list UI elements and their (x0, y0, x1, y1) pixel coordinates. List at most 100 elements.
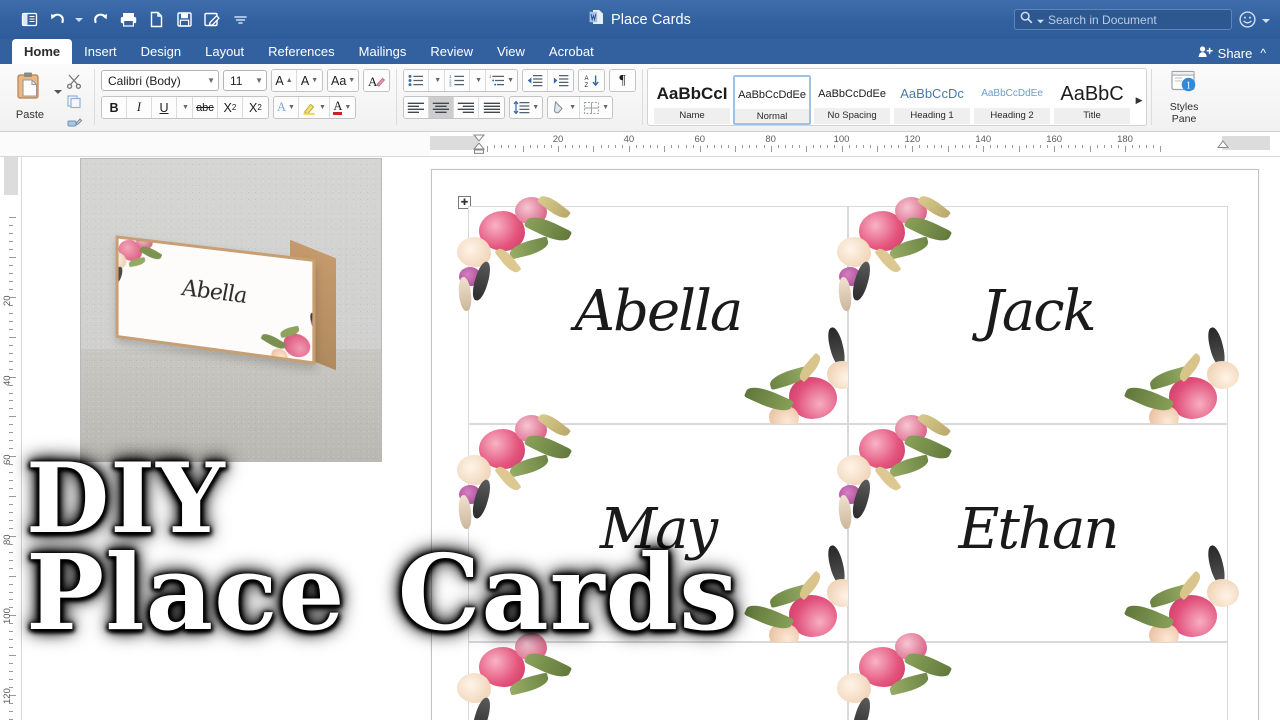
align-left-icon[interactable] (404, 97, 430, 118)
place-cards-table[interactable]: ✚ Abella Jack May Ethan (457, 191, 1239, 720)
undo-dropdown-chevron-icon[interactable] (72, 8, 85, 32)
ruler-tick (9, 583, 13, 585)
search-input[interactable]: Search in Document (1014, 9, 1232, 30)
justify-icon[interactable] (479, 97, 505, 118)
styles-pane-button[interactable]: 1 Styles Pane (1156, 64, 1212, 128)
ruler-tick (487, 146, 489, 152)
share-button[interactable]: Share (1198, 45, 1252, 61)
ruler-tick (1011, 145, 1013, 148)
decrease-indent-icon[interactable] (523, 70, 549, 91)
underline-dropdown-chevron-icon[interactable]: ▼ (177, 97, 193, 118)
save-icon[interactable] (171, 8, 197, 32)
superscript-button[interactable]: X2 (242, 97, 268, 118)
ruler-tick (9, 312, 13, 314)
tab-view[interactable]: View (485, 39, 537, 64)
style-label: Title (1054, 108, 1131, 124)
ruler-tick (1139, 145, 1141, 148)
ruler-number: 180 (1117, 134, 1133, 145)
horizontal-ruler[interactable]: 20 40 60 80 100 120 140 160 180 (0, 132, 1280, 157)
change-case-button[interactable]: Aa ▼ (328, 70, 359, 91)
style-name[interactable]: AaBbCcI Name (653, 75, 732, 125)
ruler-tick (1160, 146, 1162, 152)
style-heading-1[interactable]: AaBbCcDc Heading 1 (893, 75, 972, 125)
styles-gallery-more-chevron-icon[interactable]: ▶ (1132, 75, 1146, 125)
bullet-dropdown-chevron-icon[interactable]: ▼ (429, 70, 446, 91)
grow-font-button[interactable]: A ▲ (272, 70, 297, 91)
shading-icon[interactable]: ▼ (548, 97, 581, 118)
search-dropdown-chevron-icon[interactable] (1037, 11, 1044, 29)
align-right-icon[interactable] (454, 97, 480, 118)
svg-text:A: A (584, 76, 588, 82)
copy-icon[interactable] (62, 91, 86, 110)
ruler-tick (9, 591, 13, 593)
italic-button[interactable]: I (127, 97, 152, 118)
place-card-cell[interactable]: May (457, 409, 859, 649)
redo-icon[interactable] (87, 8, 113, 32)
font-family-combo[interactable]: Calibri (Body) ▼ (101, 70, 219, 91)
collapse-ribbon-chevron-icon[interactable]: ^ (1258, 46, 1268, 60)
format-painter-icon[interactable] (62, 111, 86, 130)
numbered-list-icon[interactable]: 123 (445, 70, 471, 91)
borders-icon[interactable]: ▼ (580, 97, 613, 118)
smiley-account-icon[interactable] (1236, 9, 1258, 31)
highlight-icon[interactable]: ▼ (298, 97, 330, 118)
clear-formatting-icon[interactable]: A (364, 70, 390, 91)
tab-insert[interactable]: Insert (72, 39, 129, 64)
text-effects-button[interactable]: A ▼ (273, 97, 299, 118)
vertical-ruler[interactable]: 20 40 60 80 100 120 (0, 157, 22, 720)
svg-text:A: A (368, 74, 378, 88)
customize-toolbar-chevron-icon[interactable] (227, 8, 253, 32)
tab-acrobat[interactable]: Acrobat (537, 39, 606, 64)
numbering-dropdown-chevron-icon[interactable]: ▼ (470, 70, 487, 91)
shrink-font-button[interactable]: A ▼ (297, 70, 322, 91)
place-card-photo-thumbnail[interactable]: Abella (80, 158, 382, 462)
font-size-combo[interactable]: 11 ▼ (223, 70, 267, 91)
tab-mailings[interactable]: Mailings (347, 39, 419, 64)
sort-az-icon[interactable]: AZ (579, 70, 605, 91)
tab-design[interactable]: Design (129, 39, 193, 64)
place-card-cell[interactable]: Abella (457, 191, 859, 431)
styles-gallery: AaBbCcI Name AaBbCcDdEe Normal AaBbCcDdE… (647, 68, 1148, 126)
paste-clipboard-icon (14, 70, 46, 107)
show-formatting-marks-button[interactable]: ¶ (610, 70, 636, 91)
font-color-button[interactable]: A ▼ (329, 97, 355, 118)
cut-scissors-icon[interactable] (62, 71, 86, 90)
bold-button[interactable]: B (102, 97, 127, 118)
tab-references[interactable]: References (256, 39, 346, 64)
ruler-tick (798, 145, 800, 148)
underline-button[interactable]: U (152, 97, 177, 118)
ruler-tick (834, 145, 836, 148)
style-title[interactable]: AaBbC Title (1053, 75, 1132, 125)
line-spacing-icon[interactable]: ▼ (510, 97, 543, 118)
undo-icon[interactable] (44, 8, 70, 32)
print-icon[interactable] (115, 8, 141, 32)
tab-layout[interactable]: Layout (193, 39, 256, 64)
style-no-spacing[interactable]: AaBbCcDdEe No Spacing (813, 75, 892, 125)
print-layout-view-icon[interactable] (16, 8, 42, 32)
align-center-icon[interactable] (429, 97, 455, 118)
subscript-button[interactable]: X2 (217, 97, 243, 118)
tab-review[interactable]: Review (418, 39, 485, 64)
paste-dropdown-chevron-icon[interactable] (54, 82, 62, 100)
account-dropdown-chevron-icon[interactable] (1262, 11, 1270, 29)
strikethrough-button[interactable]: abc (192, 97, 218, 118)
place-card-cell[interactable] (837, 633, 1228, 720)
first-line-indent-marker-icon[interactable] (472, 134, 486, 154)
ruler-tick (699, 146, 701, 152)
increase-indent-icon[interactable] (548, 70, 574, 91)
tab-home[interactable]: Home (12, 39, 73, 64)
document-page[interactable]: ✚ Abella Jack May Ethan (431, 169, 1259, 720)
new-document-icon[interactable] (143, 8, 169, 32)
paste-button[interactable]: Paste (6, 68, 54, 121)
ruler-number: 40 (623, 134, 635, 145)
style-heading-2[interactable]: AaBbCcDdEe Heading 2 (973, 75, 1052, 125)
right-indent-marker-icon[interactable] (1216, 140, 1230, 153)
ruler-tick (9, 448, 13, 450)
place-card-cell[interactable]: Ethan (837, 409, 1239, 649)
multilevel-list-icon[interactable]: 1 ▼ (486, 70, 518, 91)
track-changes-icon[interactable] (199, 8, 225, 32)
bullet-list-icon[interactable] (404, 70, 430, 91)
place-card-cell[interactable]: Megan (457, 633, 848, 720)
place-card-cell[interactable]: Jack (837, 191, 1239, 431)
style-normal[interactable]: AaBbCcDdEe Normal (733, 75, 812, 125)
